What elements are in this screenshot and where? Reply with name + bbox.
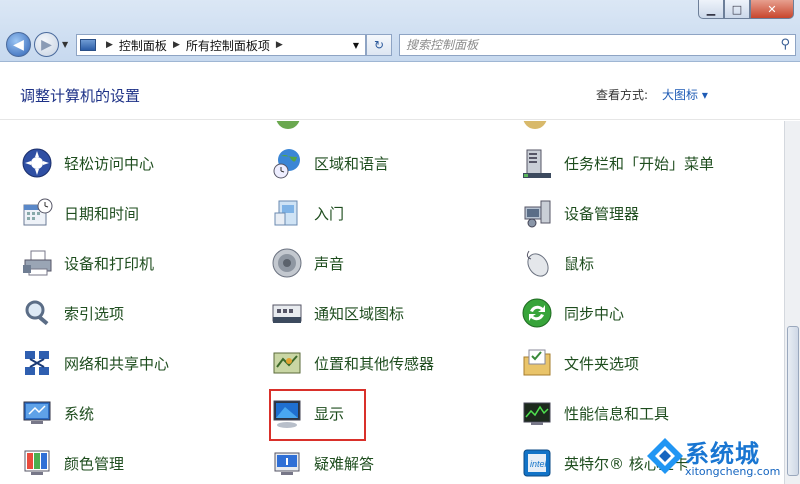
watermark-text: 系统城 — [685, 440, 760, 468]
item-label: 设备和打印机 — [64, 254, 155, 273]
minimize-button[interactable]: ▁ — [698, 0, 724, 19]
navigation-bar: ◀ ▶ ▼ ▶ 控制面板 ▶ 所有控制面板项 ▶ ▼ ↻ ⚲ — [4, 30, 796, 58]
item-label: 任务栏和「开始」菜单 — [564, 154, 715, 173]
item-label: 设备管理器 — [564, 204, 640, 223]
taskbar-icon — [520, 146, 554, 180]
location-sensor-icon — [270, 346, 304, 380]
item-color-management[interactable]: 颜色管理 — [20, 445, 124, 481]
search-input[interactable] — [406, 38, 766, 52]
performance-icon — [520, 396, 554, 430]
window-buttons: ▁ □ ✕ — [698, 0, 794, 20]
item-performance[interactable]: 性能信息和工具 — [520, 395, 669, 431]
item-mouse[interactable]: 鼠标 — [520, 245, 594, 281]
close-icon: ✕ — [767, 2, 777, 16]
address-dropdown-icon[interactable]: ▼ — [353, 41, 359, 50]
ease-of-access-icon — [20, 146, 54, 180]
item-folder-options[interactable]: 文件夹选项 — [520, 345, 639, 381]
item-label: 颜色管理 — [64, 454, 125, 473]
item-label: 索引选项 — [64, 304, 125, 323]
network-icon — [20, 346, 54, 380]
breadcrumb-all-items[interactable]: 所有控制面板项 — [186, 37, 270, 54]
watermark-logo-icon — [647, 438, 683, 474]
maximize-icon: □ — [731, 2, 743, 16]
forward-arrow-icon: ▶ — [41, 36, 52, 53]
view-by-dropdown[interactable]: 大图标 ▾ — [662, 86, 708, 103]
mouse-icon — [520, 246, 554, 280]
breadcrumb-separator-icon[interactable]: ▶ — [106, 40, 113, 50]
item-label: 区域和语言 — [314, 154, 390, 173]
partial-item-icon — [523, 121, 547, 129]
refresh-button[interactable]: ↻ — [366, 34, 392, 56]
item-devices-printers[interactable]: 设备和打印机 — [20, 245, 154, 281]
search-icon[interactable]: ⚲ — [780, 37, 790, 52]
item-label: 系统 — [64, 404, 95, 423]
item-label: 轻松访问中心 — [64, 154, 155, 173]
partial-item-icon — [276, 121, 300, 129]
item-ease-of-access[interactable]: 轻松访问中心 — [20, 145, 154, 181]
item-device-manager[interactable]: 设备管理器 — [520, 195, 639, 231]
item-system[interactable]: 系统 — [20, 395, 94, 431]
close-button[interactable]: ✕ — [750, 0, 794, 19]
page-title: 调整计算机的设置 — [20, 87, 141, 105]
window-chrome: ▁ □ ✕ ◀ ▶ ▼ ▶ 控制面板 ▶ 所有控制面板项 ▶ ▼ ↻ ⚲ — [0, 0, 800, 62]
item-date-time[interactable]: 日期和时间 — [20, 195, 139, 231]
printer-icon — [20, 246, 54, 280]
item-label: 网络和共享中心 — [64, 354, 170, 373]
getting-started-icon — [270, 196, 304, 230]
globe-clock-icon — [270, 146, 304, 180]
magnifier-icon — [20, 296, 54, 330]
item-label: 文件夹选项 — [564, 354, 640, 373]
svg-text:intel: intel — [530, 459, 548, 469]
content-header: 调整计算机的设置 查看方式: 大图标 ▾ — [0, 62, 800, 120]
search-box[interactable]: ⚲ — [399, 34, 796, 56]
troubleshooting-icon — [270, 446, 304, 480]
control-panel-icon — [80, 39, 96, 51]
forward-button[interactable]: ▶ — [34, 32, 59, 57]
item-label: 日期和时间 — [64, 204, 140, 223]
sync-icon — [520, 296, 554, 330]
breadcrumb-control-panel[interactable]: 控制面板 — [119, 37, 167, 54]
minimize-icon: ▁ — [706, 2, 716, 16]
highlight-box — [269, 389, 366, 441]
notification-area-icon — [270, 296, 304, 330]
item-notification-icons[interactable]: 通知区域图标 — [270, 295, 404, 331]
breadcrumb-separator-icon[interactable]: ▶ — [173, 40, 180, 50]
watermark-url: xitongcheng.com — [685, 465, 781, 478]
item-label: 同步中心 — [564, 304, 625, 323]
folder-options-icon — [520, 346, 554, 380]
item-label: 位置和其他传感器 — [314, 354, 435, 373]
item-label: 鼠标 — [564, 254, 595, 273]
maximize-button[interactable]: □ — [724, 0, 750, 19]
view-by-label: 查看方式: — [596, 88, 649, 102]
item-troubleshooting[interactable]: 疑难解答 — [270, 445, 374, 481]
system-icon — [20, 396, 54, 430]
scrollbar[interactable] — [784, 121, 800, 484]
address-bar[interactable]: ▶ 控制面板 ▶ 所有控制面板项 ▶ ▼ — [76, 34, 366, 56]
intel-graphics-icon: intel — [520, 446, 554, 480]
calendar-clock-icon — [20, 196, 54, 230]
color-management-icon — [20, 446, 54, 480]
back-arrow-icon: ◀ — [13, 36, 24, 53]
item-indexing-options[interactable]: 索引选项 — [20, 295, 124, 331]
speaker-icon — [270, 246, 304, 280]
item-label: 入门 — [314, 204, 345, 223]
item-network-sharing[interactable]: 网络和共享中心 — [20, 345, 169, 381]
watermark: 系统城 xitongcheng.com — [645, 432, 800, 484]
recent-pages-dropdown[interactable]: ▼ — [62, 40, 68, 49]
item-label: 疑难解答 — [314, 454, 375, 473]
breadcrumb-separator-icon[interactable]: ▶ — [276, 40, 283, 50]
item-region-language[interactable]: 区域和语言 — [270, 145, 389, 181]
item-getting-started[interactable]: 入门 — [270, 195, 344, 231]
item-location-sensors[interactable]: 位置和其他传感器 — [270, 345, 434, 381]
item-taskbar-start[interactable]: 任务栏和「开始」菜单 — [520, 145, 714, 181]
item-label: 性能信息和工具 — [564, 404, 670, 423]
item-label: 通知区域图标 — [314, 304, 405, 323]
control-panel-items: 轻松访问中心 区域和语言 任务栏和「开始」菜单 日期和时间 入门 设备管理器 设… — [0, 121, 784, 484]
device-manager-icon — [520, 196, 554, 230]
refresh-icon: ↻ — [373, 38, 385, 52]
item-label: 声音 — [314, 254, 345, 273]
item-sync-center[interactable]: 同步中心 — [520, 295, 624, 331]
item-sound[interactable]: 声音 — [270, 245, 344, 281]
back-button[interactable]: ◀ — [6, 32, 31, 57]
